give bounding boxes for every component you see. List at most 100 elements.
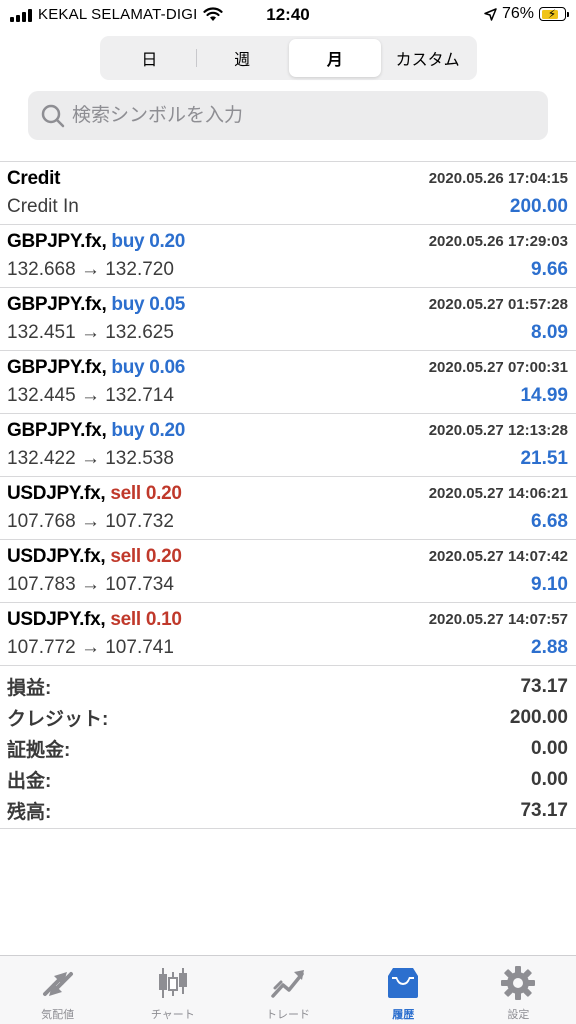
battery-icon: ⚡ [539, 7, 569, 21]
history-summary: 損益: 73.17 クレジット: 200.00 証拠金: 0.00 出金: 0.00 残高: 73… [0, 671, 576, 826]
summary-row: 証拠金: 0.00 [7, 733, 569, 764]
deal-side: sell 0.20 [110, 483, 182, 504]
summary-row: 損益: 73.17 [7, 671, 569, 702]
deal-symbol-name: USDJPY.fx, [7, 546, 106, 567]
deal-prices: 107.772 → 107.741 [7, 637, 174, 658]
bottom-tab-bar: 気配値 チャート トレード 履歴 設定 [0, 955, 576, 1024]
deal-side: sell 0.20 [110, 546, 182, 567]
location-icon [484, 7, 497, 21]
tab-trade[interactable]: トレード [230, 956, 345, 1024]
deal-symbol: USDJPY.fx, sell 0.10 [7, 609, 182, 631]
deal-profit: 14.99 [520, 385, 568, 406]
tab-label: 設定 [507, 1009, 530, 1021]
summary-label: 損益: [7, 678, 52, 699]
search-bar[interactable] [28, 91, 548, 140]
summary-value: 73.17 [520, 799, 568, 821]
deal-profit: 9.10 [531, 574, 568, 595]
status-bar: KEKAL SELAMAT-DIGI 12:40 76% ⚡ [0, 0, 576, 30]
deal-side: buy 0.20 [111, 420, 186, 441]
deal-row[interactable]: USDJPY.fx, sell 0.20 2020.05.27 14:06:21 1… [0, 477, 576, 540]
summary-label: 出金: [7, 771, 52, 792]
deal-symbol-name: GBPJPY.fx, [7, 420, 107, 441]
tab-chart[interactable]: チャート [115, 956, 230, 1024]
deal-symbol-name: GBPJPY.fx, [7, 231, 107, 252]
deal-symbol-name: Credit [7, 168, 61, 189]
deal-row[interactable]: Credit 2020.05.26 17:04:15 Credit In 200.00 [0, 162, 576, 225]
deal-symbol: GBPJPY.fx, buy 0.20 [7, 420, 185, 442]
deal-profit: 2.88 [531, 637, 568, 658]
deal-time: 2020.05.27 01:57:28 [428, 296, 568, 313]
deal-side: buy 0.05 [111, 294, 186, 315]
tab-settings[interactable]: 設定 [461, 956, 576, 1024]
charging-bolt-icon: ⚡ [547, 7, 557, 21]
deal-time: 2020.05.26 17:29:03 [428, 233, 568, 250]
battery-percent: 76% [501, 5, 534, 22]
deal-time: 2020.05.27 14:06:21 [428, 485, 568, 502]
deal-time: 2020.05.26 17:04:15 [428, 170, 568, 187]
deal-symbol: GBPJPY.fx, buy 0.05 [7, 294, 185, 316]
deal-prices: 132.422 → 132.538 [7, 448, 174, 469]
period-tab-0[interactable]: 日 [103, 39, 196, 77]
deal-row[interactable]: USDJPY.fx, sell 0.10 2020.05.27 14:07:57 1… [0, 603, 576, 666]
summary-label: クレジット: [7, 709, 109, 730]
deal-row[interactable]: GBPJPY.fx, buy 0.05 2020.05.27 01:57:28 13… [0, 288, 576, 351]
tab-label: チャート [150, 1009, 195, 1021]
tab-label: トレード [266, 1009, 310, 1021]
chart-icon [158, 968, 187, 998]
summary-value: 0.00 [531, 737, 568, 759]
deal-symbol: GBPJPY.fx, buy 0.06 [7, 357, 185, 379]
deal-row[interactable]: GBPJPY.fx, buy 0.20 2020.05.27 12:13:28 13… [0, 414, 576, 477]
deal-profit: 200.00 [509, 196, 568, 217]
deal-side: sell 0.10 [110, 609, 182, 630]
trade-icon [271, 970, 304, 998]
deal-row[interactable]: USDJPY.fx, sell 0.20 2020.05.27 14:07:42 1… [0, 540, 576, 603]
search-input[interactable] [72, 104, 512, 127]
tab-label: 気配値 [41, 1009, 75, 1021]
deal-history-list: Credit 2020.05.26 17:04:15 Credit In 200.00… [0, 161, 576, 666]
deal-side: buy 0.06 [111, 357, 186, 378]
deal-time: 2020.05.27 14:07:57 [428, 611, 568, 628]
deal-prices: 132.451 → 132.625 [7, 322, 174, 343]
deal-row[interactable]: GBPJPY.fx, buy 0.20 2020.05.26 17:29:03 13… [0, 225, 576, 288]
history-icon [388, 968, 419, 998]
period-tab-1[interactable]: 週 [195, 39, 289, 77]
summary-value: 73.17 [520, 675, 568, 697]
status-right: 76% ⚡ [484, 5, 569, 23]
summary-label: 証拠金: [7, 740, 71, 761]
tab-history[interactable]: 履歴 [346, 956, 461, 1024]
tab-quotes[interactable]: 気配値 [0, 956, 115, 1024]
tab-label: 履歴 [392, 1009, 415, 1021]
deal-symbol: GBPJPY.fx, buy 0.20 [7, 231, 185, 253]
deal-row[interactable]: GBPJPY.fx, buy 0.06 2020.05.27 07:00:31 13… [0, 351, 576, 414]
deal-prices: 107.783 → 107.734 [7, 574, 174, 595]
deal-prices: 107.768 → 107.732 [7, 511, 174, 532]
deal-symbol-name: USDJPY.fx, [7, 483, 106, 504]
period-segmented-control: 日週月カスタム [100, 36, 477, 80]
period-tab-2[interactable]: 月 [288, 39, 382, 77]
summary-row: 出金: 0.00 [7, 764, 569, 795]
settings-icon [501, 966, 536, 1000]
deal-symbol: USDJPY.fx, sell 0.20 [7, 546, 182, 568]
deal-time: 2020.05.27 12:13:28 [428, 422, 568, 439]
deal-side: buy 0.20 [111, 231, 186, 252]
deal-symbol: Credit [7, 168, 60, 190]
summary-value: 0.00 [531, 768, 568, 790]
deal-profit: 8.09 [531, 322, 568, 343]
search-icon [41, 104, 65, 127]
deal-time: 2020.05.27 07:00:31 [428, 359, 568, 376]
deal-profit: 9.66 [531, 259, 568, 280]
summary-row: クレジット: 200.00 [7, 702, 569, 733]
period-tab-3[interactable]: カスタム [381, 39, 474, 77]
summary-divider [0, 828, 576, 829]
quotes-icon [42, 972, 73, 996]
summary-label: 残高: [7, 802, 52, 823]
summary-value: 200.00 [509, 706, 568, 728]
deal-time: 2020.05.27 14:07:42 [428, 548, 568, 565]
deal-profit: 6.68 [531, 511, 568, 532]
deal-prices: 132.445 → 132.714 [7, 385, 174, 406]
deal-symbol: USDJPY.fx, sell 0.20 [7, 483, 182, 505]
deal-prices: Credit In [7, 196, 79, 217]
deal-symbol-name: GBPJPY.fx, [7, 357, 107, 378]
deal-prices: 132.668 → 132.720 [7, 259, 174, 280]
deal-symbol-name: USDJPY.fx, [7, 609, 106, 630]
